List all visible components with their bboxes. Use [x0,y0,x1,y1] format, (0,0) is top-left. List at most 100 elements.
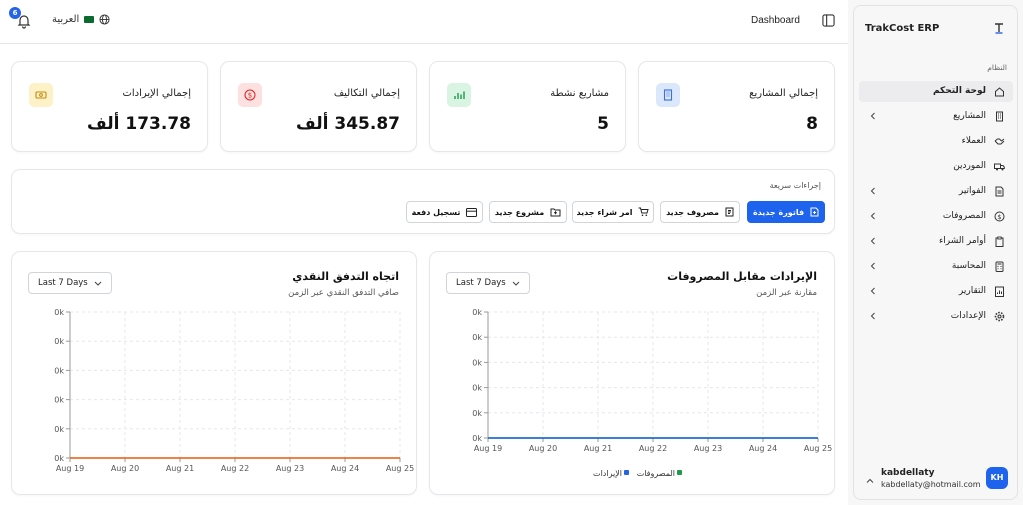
stat-title: مشاريع نشطة [550,88,609,99]
sidebar-item-label: لوحة التحكم [932,86,986,96]
nav-section-title: النظام [987,63,1007,72]
sidebar: TrakCost ERP النظام لوحة التحكم المشاريع ا… [853,5,1018,500]
new-invoice-button[interactable]: فاتورة جديدة [747,201,825,223]
x-tick-label: Aug 25 [386,464,414,473]
sidebar-item-9[interactable]: الإعدادات [859,306,1013,327]
stat-value: 5 [597,114,609,134]
y-tick-label: 0k [54,425,64,434]
button-label: امر شراء جديد [576,207,633,217]
select-value: Last 7 Days [38,278,88,288]
button-label: فاتورة جديدة [752,207,805,217]
brand-name: TrakCost ERP [865,23,940,34]
sidebar-toggle-icon[interactable] [822,14,835,27]
sidebar-item-label: أوامر الشراء [939,236,986,246]
chevron-left-icon [870,287,875,295]
banknote-icon [29,83,53,107]
y-tick-label: 0k [54,454,64,463]
sidebar-item-label: الفواتير [958,186,986,196]
stat-value: 173.78 ألف [87,114,191,134]
cashflow-chart: 0k0k0k0k0k0kAug 19 Aug 20 Aug 21 Aug 22 Aug … [54,308,414,473]
x-tick-label: Aug 23 [276,464,304,473]
home-icon [995,87,1004,97]
y-tick-label: 0k [54,366,64,375]
svg-text:$: $ [248,92,252,100]
truck-icon [994,163,1005,171]
new-project-button[interactable]: مشروع جديد [489,201,567,223]
stat-card-total-projects: إجمالي المشاريع 8 [638,61,835,152]
y-tick-label: 0k [54,396,64,405]
report-icon [995,286,1004,297]
sidebar-item-6[interactable]: أوامر الشراء [859,231,1013,252]
svg-text:$: $ [997,213,1001,221]
legend-swatch [624,470,629,475]
settings-icon [994,311,1005,322]
x-tick-label: Aug 22 [639,444,667,453]
sidebar-item-3[interactable]: الموردين [859,156,1013,177]
quick-actions-title: إجراءات سريعة [769,181,821,190]
y-tick-label: 0k [472,409,482,418]
legend-label: الإيرادات [593,469,622,479]
bar-chart-icon [447,83,471,107]
user-menu[interactable]: kabdellaty kabdellaty@hotmail.com KH [854,461,1019,501]
sidebar-item-label: المحاسبة [951,261,986,271]
clipboard-icon [995,236,1004,247]
button-label: تسجيل دفعة [411,207,461,217]
date-range-select[interactable]: Last 7 Days [28,272,112,294]
sidebar-item-label: التقارير [958,286,986,296]
stat-title: إجمالي التكاليف [333,88,400,99]
x-tick-label: Aug 25 [804,444,832,453]
credit-card-icon [466,207,478,217]
button-label: مصروف جديد [666,207,719,217]
avatar: KH [986,467,1008,489]
legend-swatch [677,470,682,475]
chevron-down-icon [512,281,520,286]
page-title: Dashboard [751,15,800,26]
sidebar-item-label: المصروفات [942,211,986,221]
language-label: العربية [52,14,80,25]
sidebar-item-label: الموردين [953,161,986,171]
receipt-icon [725,207,734,217]
record-payment-button[interactable]: تسجيل دفعة [406,201,483,223]
notification-badge: 6 [9,7,21,19]
sidebar-item-4[interactable]: الفواتير [859,181,1013,202]
cashflow-chart-card: اتجاه التدفق النقدي صافي التدفق النقدي ع… [11,251,417,495]
dollar-circle-icon: $ [994,211,1005,222]
stat-value: 345.87 ألف [296,114,400,134]
user-email: kabdellaty@hotmail.com [881,480,981,489]
quick-actions-card: إجراءات سريعة فاتورة جديدة مصروف جديد ام… [11,169,835,234]
stat-card-total-costs: إجمالي التكاليف 345.87 ألف $ [220,61,417,152]
calculator-icon [995,261,1004,272]
select-value: Last 7 Days [456,278,506,288]
date-range-select[interactable]: Last 7 Days [446,272,530,294]
chevron-left-icon [870,237,875,245]
sidebar-item-7[interactable]: المحاسبة [859,256,1013,277]
new-expense-button[interactable]: مصروف جديد [660,201,740,223]
x-tick-label: Aug 21 [584,444,612,453]
chevron-down-icon [94,281,102,286]
chart-title: اتجاه التدفق النقدي [292,270,399,283]
file-text-icon [995,186,1004,197]
language-switcher[interactable]: العربية [52,14,110,25]
stat-title: إجمالي المشاريع [749,88,818,99]
handshake-icon [994,138,1005,145]
new-purchase-order-button[interactable]: امر شراء جديد [572,201,654,223]
sidebar-item-0[interactable]: لوحة التحكم [859,81,1013,102]
x-tick-label: Aug 24 [749,444,777,453]
sidebar-item-2[interactable]: العملاء [859,131,1013,152]
x-tick-label: Aug 19 [56,464,84,473]
chevron-left-icon [870,187,875,195]
sidebar-item-8[interactable]: التقارير [859,281,1013,302]
chevron-left-icon [870,312,875,320]
sidebar-item-label: الإعدادات [950,311,986,321]
chevron-left-icon [870,112,875,120]
sidebar-item-5[interactable]: المصروفات $ [859,206,1013,227]
chevron-left-icon [870,262,875,270]
stat-card-total-revenue: إجمالي الإيرادات 173.78 ألف [11,61,208,152]
y-tick-label: 0k [472,308,482,317]
file-plus-icon [810,207,819,217]
flag-icon [84,16,95,23]
x-tick-label: Aug 21 [166,464,194,473]
building-icon [996,111,1003,122]
sidebar-item-1[interactable]: المشاريع [859,106,1013,127]
y-tick-label: 0k [472,434,482,443]
